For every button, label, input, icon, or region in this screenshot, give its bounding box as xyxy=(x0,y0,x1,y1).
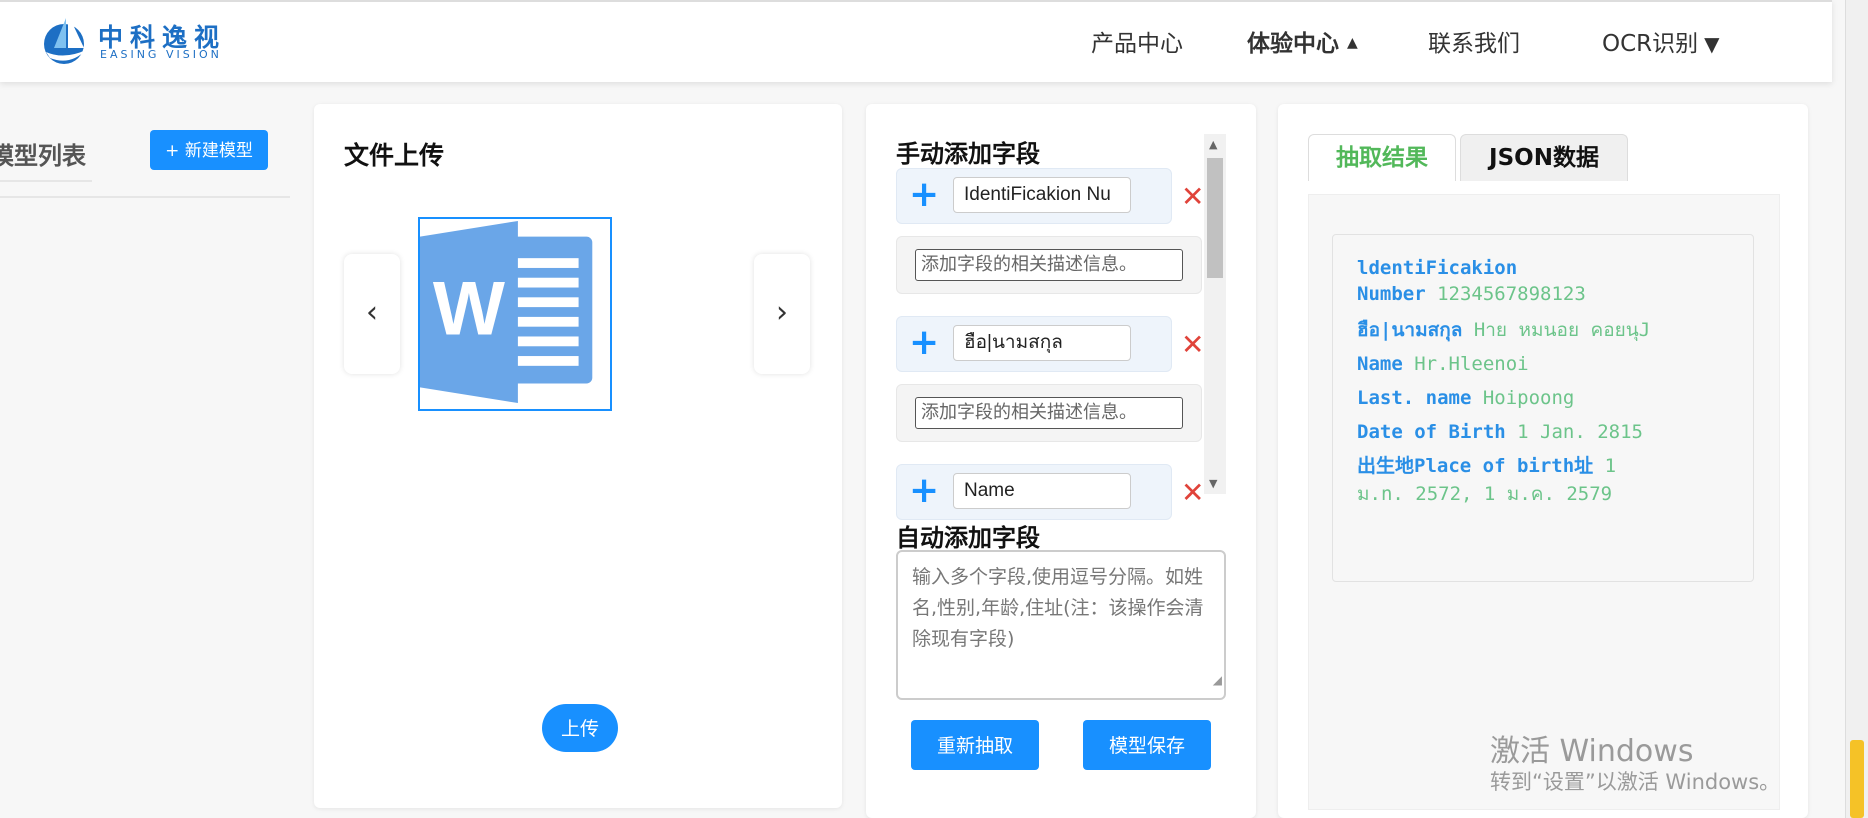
result-key: ฮือ|นามสกุล xyxy=(1357,319,1463,341)
page-scrollbar-thumb[interactable] xyxy=(1850,740,1864,818)
result-key: Name xyxy=(1357,353,1403,375)
add-icon[interactable]: + xyxy=(909,471,939,511)
upload-button[interactable]: 上传 xyxy=(542,704,618,752)
field-item: + ฮือ|นามสกุล xyxy=(896,316,1172,372)
fields-panel: 手动添加字段 + IdentiFicakion Nu ✕ 添加字段的相关描述信息… xyxy=(866,104,1256,818)
activation-watermark-subtitle: 转到“设置”以激活 Windows。 xyxy=(1490,770,1781,794)
remove-field-icon[interactable]: ✕ xyxy=(1181,330,1204,360)
resize-handle-icon[interactable]: ◢ xyxy=(1213,665,1222,696)
field-description-row: 添加字段的相关描述信息。 xyxy=(896,236,1202,294)
add-icon[interactable]: + xyxy=(909,323,939,363)
brand-name-en: EASING VISION xyxy=(100,48,222,61)
result-value: 1 Jan. 2815 xyxy=(1517,421,1644,443)
nav-label: 产品中心 xyxy=(1091,31,1183,57)
field-description-input[interactable]: 添加字段的相关描述信息。 xyxy=(915,397,1183,429)
result-value: 1 xyxy=(1593,455,1617,477)
divider xyxy=(0,196,290,198)
scroll-down-icon[interactable]: ▼ xyxy=(1209,477,1217,490)
result-row: ฮือ|นามสกุล Hาย หมนอย คอยนุJ xyxy=(1357,317,1650,343)
model-list-title: 模型列表 xyxy=(0,142,86,170)
auto-fields-title: 自动添加字段 xyxy=(896,524,1040,552)
nav-label: OCR识别 xyxy=(1602,31,1699,57)
result-row: Date of Birth 1 Jan. 2815 xyxy=(1357,419,1643,445)
remove-field-icon[interactable]: ✕ xyxy=(1181,478,1204,508)
svg-text:W: W xyxy=(433,267,505,352)
field-list-scrollbar[interactable]: ▲ ▼ xyxy=(1204,134,1226,494)
result-key: ldentiFicakion xyxy=(1357,257,1518,279)
result-value: Hาย หมนอย คอยนุJ xyxy=(1473,319,1651,341)
scroll-up-icon[interactable]: ▲ xyxy=(1209,138,1217,151)
nav-product-center[interactable]: 产品中心 xyxy=(1091,24,1183,58)
result-key: 出生地Place of birth址 xyxy=(1357,455,1594,477)
carousel-prev-button[interactable]: ‹ xyxy=(344,254,400,374)
result-row: Last. name Hoipoong xyxy=(1357,385,1574,411)
field-name-input[interactable]: Name xyxy=(953,473,1131,509)
result-value: Hoipoong xyxy=(1482,387,1575,409)
result-row: Name Hr.Hleenoi xyxy=(1357,351,1529,377)
field-name-input[interactable]: IdentiFicakion Nu xyxy=(953,177,1131,213)
scrollbar-thumb[interactable] xyxy=(1207,158,1223,278)
tab-extract-result[interactable]: 抽取结果 xyxy=(1308,134,1456,181)
add-icon[interactable]: + xyxy=(909,175,939,215)
result-key: Number xyxy=(1357,283,1426,305)
file-upload-title: 文件上传 xyxy=(344,141,445,170)
result-key: Last. name xyxy=(1357,387,1472,409)
field-item: + Name xyxy=(896,464,1172,520)
result-value: ม.n. 2572, 1 ม.ค. 2579 xyxy=(1357,483,1613,505)
model-list-panel: 模型列表 + 新建模型 xyxy=(0,104,292,818)
result-key: Date of Birth xyxy=(1357,421,1506,443)
chevron-left-icon: ‹ xyxy=(366,295,378,330)
file-upload-panel: 文件上传 ‹ W › 上传 xyxy=(314,104,842,808)
caret-up-icon: ▲ xyxy=(1347,35,1358,51)
result-row: ม.n. 2572, 1 ม.ค. 2579 xyxy=(1357,481,1612,507)
page-scrollbar[interactable] xyxy=(1845,0,1868,818)
tab-json-data[interactable]: JSON数据 xyxy=(1460,134,1628,181)
field-description-input[interactable]: 添加字段的相关描述信息。 xyxy=(915,249,1183,281)
auto-fields-textarea[interactable]: 输入多个字段,使用逗号分隔。如姓名,性别,年龄,住址(注：该操作会清除现有字段)… xyxy=(896,550,1226,700)
result-panel: 抽取结果 JSON数据 ldentiFicakion Number 123456… xyxy=(1278,104,1808,818)
caret-down-icon: ▼ xyxy=(1704,32,1720,56)
chevron-right-icon: › xyxy=(776,295,788,330)
result-value: 1234567898123 xyxy=(1437,283,1586,305)
nav-ocr[interactable]: OCR识别 ▼ xyxy=(1602,24,1720,58)
field-description-row: 添加字段的相关描述信息。 xyxy=(896,384,1202,442)
new-model-button[interactable]: + 新建模型 xyxy=(150,130,268,170)
carousel-next-button[interactable]: › xyxy=(754,254,810,374)
nav-label: 联系我们 xyxy=(1428,31,1520,57)
result-box: ldentiFicakion Number 1234567898123 ฮือ|… xyxy=(1332,234,1754,582)
sail-logo-icon xyxy=(44,14,86,64)
field-name-input[interactable]: ฮือ|นามสกุล xyxy=(953,325,1131,361)
field-item: + IdentiFicakion Nu xyxy=(896,168,1172,224)
title-underline xyxy=(0,180,92,182)
result-row: 出生地Place of birth址 1 xyxy=(1357,453,1616,479)
brand-logo[interactable]: 中科逸视 EASING VISION xyxy=(40,8,230,70)
reextract-button[interactable]: 重新抽取 xyxy=(911,720,1039,770)
top-navbar: 中科逸视 EASING VISION 产品中心 体验中心 ▲ 联系我们 OCR识别… xyxy=(0,0,1832,82)
remove-field-icon[interactable]: ✕ xyxy=(1181,182,1204,212)
nav-label: 体验中心 xyxy=(1247,31,1339,57)
uploaded-file-thumbnail[interactable]: W xyxy=(418,217,612,411)
field-list: + IdentiFicakion Nu ✕ 添加字段的相关描述信息。 + ฮือ… xyxy=(896,162,1226,522)
result-row: Number 1234567898123 xyxy=(1357,281,1586,307)
nav-contact-us[interactable]: 联系我们 xyxy=(1428,24,1520,58)
result-value: Hr.Hleenoi xyxy=(1414,353,1529,375)
textarea-placeholder: 输入多个字段,使用逗号分隔。如姓名,性别,年龄,住址(注：该操作会清除现有字段) xyxy=(912,566,1204,650)
word-document-icon: W xyxy=(420,220,593,404)
save-model-button[interactable]: 模型保存 xyxy=(1083,720,1211,770)
activation-watermark-title: 激活 Windows xyxy=(1490,734,1694,769)
result-row: ldentiFicakion xyxy=(1357,255,1517,281)
nav-experience-center[interactable]: 体验中心 ▲ xyxy=(1247,24,1358,58)
